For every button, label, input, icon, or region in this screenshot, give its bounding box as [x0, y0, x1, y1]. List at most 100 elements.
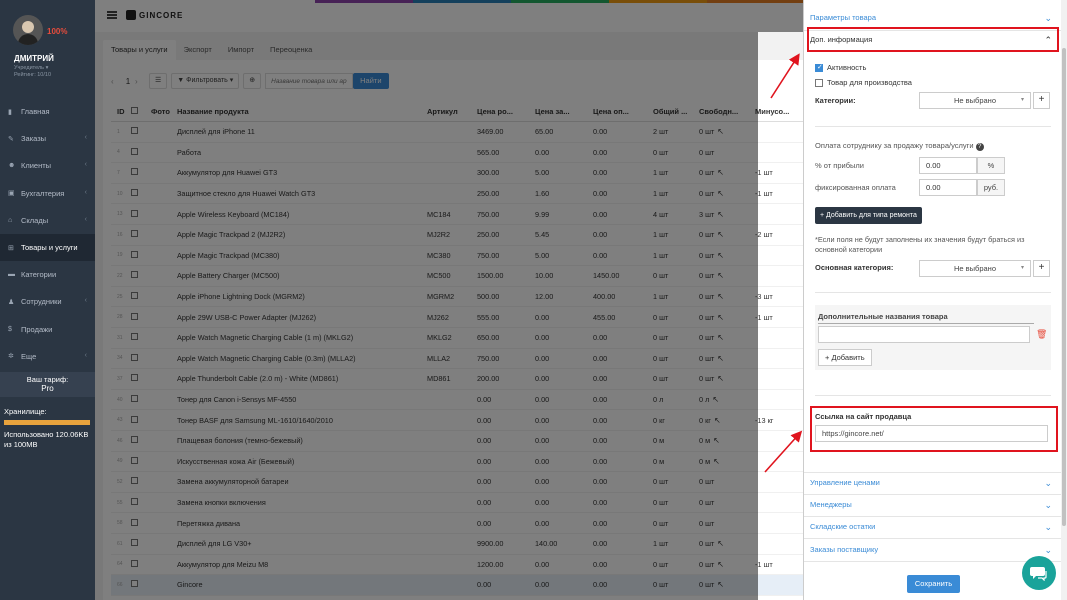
profit-percent-input[interactable]: 0.00: [919, 157, 977, 174]
chevron-down-icon: ⌄: [1044, 478, 1052, 488]
warehouse-icon: ⌂: [8, 216, 13, 224]
sidebar-item[interactable]: ▣ Бухгалтерия ‹: [0, 180, 95, 207]
tariff-name: Pro: [41, 384, 54, 393]
sidebar: 100% ДМИТРИЙ Учредитель ▾ Рейтинг: 10/10…: [0, 0, 95, 600]
divider: [815, 395, 1051, 396]
section-managers-label: Менеджеры: [810, 500, 852, 509]
chevron-left-icon: ‹: [84, 351, 87, 359]
chat-icon: [1030, 567, 1047, 581]
sidebar-item-label: Товары и услуги: [21, 243, 78, 253]
sidebar-item-label: Заказы: [21, 134, 47, 144]
storage-used: Использовано 120.06KB из 100MB: [4, 430, 89, 449]
row-minus: -1 шт: [755, 559, 773, 569]
sidebar-item-label: Продажи: [21, 324, 53, 334]
profit-percent-label: % от прибыли: [815, 161, 864, 170]
col-minus[interactable]: Минусо...: [755, 107, 803, 116]
sidebar-item-label: Сотрудники: [21, 297, 62, 307]
rub-unit: руб.: [977, 179, 1005, 196]
chevron-left-icon: ‹: [84, 297, 87, 305]
save-button[interactable]: Сохранить: [907, 575, 960, 593]
extra-name-input[interactable]: [818, 326, 1030, 343]
divider: [804, 561, 1061, 562]
main-category-select[interactable]: Не выбрано ▾: [919, 260, 1031, 277]
production-checkbox-row[interactable]: Товар для производства: [815, 78, 912, 87]
user-rating: Рейтинг: 10/10: [14, 72, 52, 78]
tariff-box[interactable]: Ваш тариф: Pro: [0, 372, 95, 397]
production-label: Товар для производства: [827, 78, 912, 87]
categories-select[interactable]: Не выбрано ▾: [919, 92, 1031, 109]
row-minus: -13 кг: [755, 415, 774, 425]
section-supplier-orders[interactable]: Заказы поставщику ⌄: [810, 541, 1055, 559]
section-stock[interactable]: Складские остатки ⌄: [810, 518, 1055, 536]
payment-label: Оплата сотруднику за продажу товара/услу…: [815, 141, 984, 151]
highlight-box-extra-info: [807, 27, 1059, 52]
active-label: Активность: [827, 63, 867, 72]
section-managers[interactable]: Менеджеры ⌄: [810, 496, 1055, 514]
section-price-management[interactable]: Управление ценами ⌄: [810, 474, 1055, 492]
section-price-management-label: Управление ценами: [810, 478, 880, 487]
section-product-params-label: Параметры товара: [810, 13, 876, 22]
categories-label: Категории:: [815, 96, 856, 105]
tariff-label: Ваш тариф:: [26, 375, 69, 384]
divider: [804, 538, 1061, 539]
folder-icon: ▬: [8, 271, 15, 279]
sidebar-item-label: Категории: [21, 270, 57, 280]
extra-names-label: Дополнительные названия товара: [818, 312, 1034, 324]
avatar[interactable]: [13, 15, 43, 45]
sidebar-item-label: Склады: [21, 215, 49, 225]
product-drawer: Параметры товара⌄ Доп. информация⌃ Актив…: [803, 0, 1061, 600]
sidebar-item-label: Главная: [21, 107, 50, 117]
profile-percent: 100%: [47, 27, 68, 36]
cart-icon: ⊞: [8, 244, 14, 252]
chevron-down-icon: ⌄: [1044, 522, 1052, 532]
divider: [815, 292, 1051, 293]
chat-button[interactable]: [1022, 556, 1056, 590]
storage-bar: [4, 420, 90, 425]
sidebar-item[interactable]: ▬ Категории: [0, 261, 95, 288]
row-minus: -1 шт: [755, 189, 773, 199]
add-extra-name-button[interactable]: + Добавить: [818, 349, 872, 366]
trash-icon[interactable]: 🗑: [1036, 329, 1047, 340]
main-category-label: Основная категория:: [815, 263, 894, 272]
users-icon: ☻: [8, 162, 16, 170]
sidebar-item[interactable]: ⌂ Склады ‹: [0, 207, 95, 234]
scrollbar-thumb[interactable]: [1062, 48, 1066, 526]
add-repair-type-button[interactable]: + Добавить для типа ремонта: [815, 207, 922, 224]
sidebar-item[interactable]: ✎ Заказы ‹: [0, 125, 95, 152]
sidebar-item[interactable]: ⊞ Товары и услуги: [0, 233, 95, 262]
modal-backdrop[interactable]: [95, 32, 758, 600]
active-checkbox[interactable]: [815, 63, 823, 72]
sidebar-item[interactable]: ✲ Еще ‹: [0, 343, 95, 370]
sidebar-item-label: Бухгалтерия: [21, 188, 65, 198]
divider: [815, 126, 1051, 127]
add-category-button[interactable]: +: [1033, 92, 1050, 109]
caret-down-icon: ▾: [1020, 265, 1024, 271]
accounting-icon: ▣: [8, 190, 15, 198]
row-minus: -1 шт: [755, 312, 773, 322]
fallback-note: *Если поля не будут заполнены их значени…: [815, 235, 1025, 254]
sidebar-item-label: Еще: [21, 351, 37, 361]
chevron-left-icon: ‹: [84, 188, 87, 196]
fixed-pay-label: фиксированная оплата: [815, 183, 896, 192]
categories-select-value: Не выбрано: [954, 96, 996, 105]
sidebar-item[interactable]: ♟ Сотрудники ‹: [0, 288, 95, 315]
chevron-down-icon: ⌄: [1044, 13, 1052, 23]
chart-icon: ▮: [8, 108, 12, 116]
fixed-pay-input[interactable]: 0.00: [919, 179, 977, 196]
sidebar-item[interactable]: ☻ Клиенты ‹: [0, 152, 95, 179]
user-name[interactable]: ДМИТРИЙ: [14, 54, 54, 63]
chevron-left-icon: ‹: [84, 161, 87, 169]
user-icon: ♟: [8, 298, 15, 306]
sidebar-item[interactable]: $ Продажи: [0, 316, 95, 343]
sidebar-nav: ▮ Главная ✎ Заказы ‹ ☻ Клиенты ‹ ▣ Бухгалтерия ‹ ⌂ С…: [0, 98, 95, 370]
storage-bar-fill: [4, 420, 90, 425]
user-role[interactable]: Учредитель ▾: [14, 65, 48, 71]
add-main-category-button[interactable]: +: [1033, 260, 1050, 277]
main-category-select-value: Не выбрано: [954, 264, 996, 273]
section-product-params[interactable]: Параметры товара ⌄: [810, 9, 1055, 27]
sidebar-item[interactable]: ▮ Главная: [0, 98, 95, 125]
production-checkbox[interactable]: [815, 78, 823, 87]
storage-label: Хранилище:: [4, 407, 47, 416]
active-checkbox-row[interactable]: Активность: [815, 63, 866, 72]
help-icon[interactable]: ?: [975, 143, 984, 151]
